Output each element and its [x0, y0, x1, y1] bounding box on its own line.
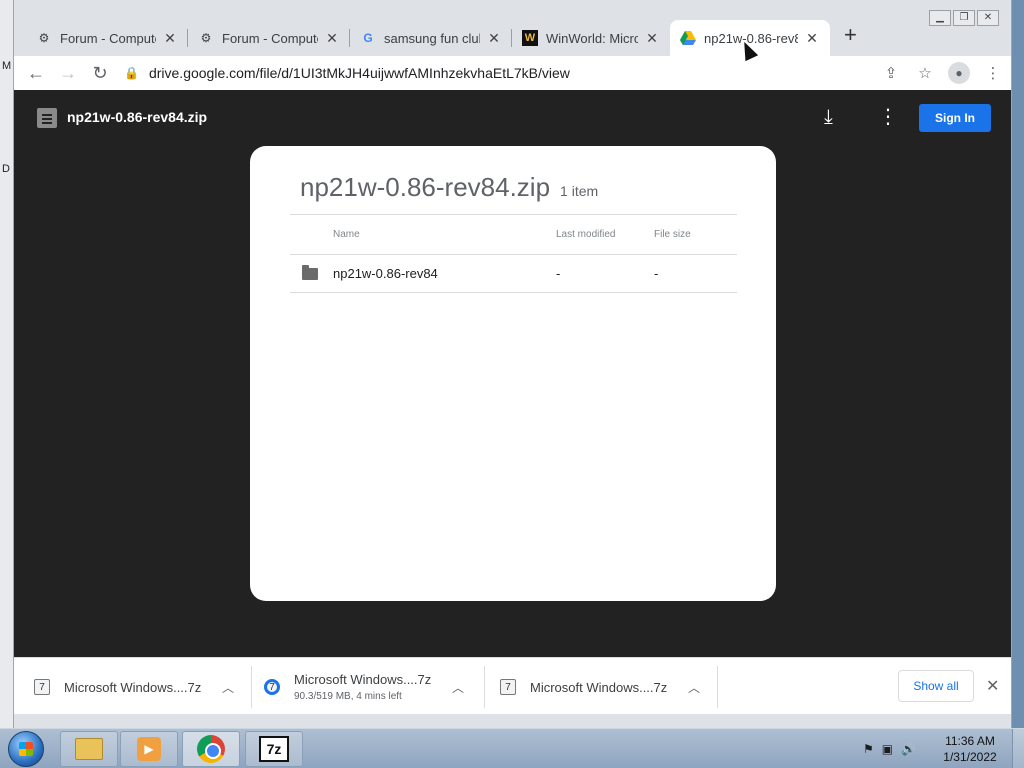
- chevron-up-icon[interactable]: ︿: [688, 679, 700, 696]
- forum-icon: ⚙: [200, 31, 212, 45]
- download-progress-text: 90.3/519 MB, 4 mins left: [294, 691, 402, 702]
- close-icon[interactable]: ✕: [486, 30, 502, 47]
- taskbar-explorer[interactable]: [60, 731, 118, 767]
- archive-file-icon: 7: [264, 679, 280, 695]
- download-icon[interactable]: ⤓: [824, 106, 833, 129]
- forward-icon[interactable]: →: [52, 63, 84, 84]
- volume-icon[interactable]: 🔊: [901, 742, 916, 756]
- close-icon[interactable]: ✕: [162, 30, 178, 47]
- tab-title: Forum - Compute…: [222, 30, 318, 46]
- clock-date: 1/31/2022: [943, 750, 997, 764]
- minimize-button[interactable]: ▁: [929, 10, 951, 26]
- taskbar-chrome[interactable]: [182, 731, 240, 767]
- row-name[interactable]: np21w-0.86-rev84: [333, 266, 556, 281]
- table-header: Name Last modified File size: [290, 214, 737, 254]
- action-center-flag-icon[interactable]: ⚑: [863, 742, 874, 756]
- folder-icon: [75, 738, 103, 760]
- show-all-button[interactable]: Show all: [898, 670, 974, 702]
- download-name: Microsoft Windows....7z: [530, 679, 668, 695]
- start-button[interactable]: [8, 731, 44, 767]
- profile-avatar-icon[interactable]: ●: [948, 62, 970, 84]
- download-item-in-progress[interactable]: 7 Microsoft Windows....7z 90.3/519 MB, 4…: [264, 666, 464, 708]
- new-tab-button[interactable]: +: [844, 24, 857, 46]
- menu-kebab-icon[interactable]: ⋮: [982, 64, 1004, 82]
- more-options-icon[interactable]: ⋮: [878, 104, 898, 129]
- table-row[interactable]: np21w-0.86-rev84 - -: [290, 254, 737, 293]
- archive-contents-card: np21w-0.86-rev84.zip 1 item Name Last mo…: [250, 146, 776, 601]
- bookmark-star-icon[interactable]: ☆: [914, 64, 936, 82]
- taskbar-7zip[interactable]: 7z: [245, 731, 303, 767]
- archive-file-icon: 7: [34, 679, 50, 695]
- tab-forum-2[interactable]: ⚙ Forum - Compute… ✕: [188, 20, 350, 56]
- archive-name: np21w-0.86-rev84.zip: [300, 172, 551, 202]
- archive-table: Name Last modified File size np21w-0.86-…: [290, 214, 737, 293]
- archive-file-icon: 7: [500, 679, 516, 695]
- address-bar[interactable]: 🔒 drive.google.com/file/d/1UI3tMkJH4uijw…: [124, 56, 1004, 90]
- close-icon[interactable]: ✕: [644, 30, 660, 47]
- download-name: Microsoft Windows....7z: [294, 672, 432, 687]
- google-icon: G: [363, 31, 373, 45]
- desktop-edge-letter: D: [2, 163, 10, 175]
- column-header-name: Name: [333, 229, 360, 240]
- omnibox-actions: ⇪ ☆ ● ⋮: [880, 56, 1004, 90]
- close-icon[interactable]: ✕: [324, 30, 340, 47]
- back-icon[interactable]: ←: [20, 63, 52, 84]
- chevron-up-icon[interactable]: ︿: [222, 679, 234, 696]
- tab-samsung-fun-club[interactable]: G samsung fun club ✕: [350, 20, 512, 56]
- window-controls: ▁ ❐ ✕: [929, 10, 999, 26]
- network-icon[interactable]: ▣: [882, 742, 893, 756]
- taskbar: ▶ 7z ⚑ ▣ 🔊 11:36 AM 1/31/2022: [0, 728, 1024, 768]
- browser-toolbar: ← → ↻ 🔒 drive.google.com/file/d/1UI3tMkJ…: [14, 56, 1011, 90]
- row-modified: -: [556, 266, 561, 281]
- divider: [484, 666, 485, 708]
- tab-title: samsung fun club: [384, 30, 480, 46]
- media-player-icon: ▶: [137, 737, 161, 761]
- maximize-button[interactable]: ❐: [953, 10, 975, 26]
- tab-winworld[interactable]: W WinWorld: Micros… ✕: [512, 20, 670, 56]
- column-header-size: File size: [654, 229, 691, 240]
- item-count: 1 item: [560, 183, 599, 199]
- download-item[interactable]: 7 Microsoft Windows....7z ︿: [500, 666, 700, 708]
- system-tray: ⚑ ▣ 🔊 11:36 AM 1/31/2022: [863, 729, 1024, 768]
- divider: [251, 666, 252, 708]
- chevron-up-icon[interactable]: ︿: [452, 679, 464, 696]
- taskbar-media-player[interactable]: ▶: [120, 731, 178, 767]
- clock-time: 11:36 AM: [945, 734, 995, 748]
- row-size: -: [654, 266, 659, 281]
- close-window-button[interactable]: ✕: [977, 10, 999, 26]
- file-name: np21w-0.86-rev84.zip: [67, 109, 208, 125]
- chrome-icon: [197, 735, 225, 763]
- show-desktop-button[interactable]: [1012, 729, 1024, 768]
- desktop-edge: M D: [0, 0, 14, 728]
- document-icon: [37, 108, 57, 128]
- download-item[interactable]: 7 Microsoft Windows....7z ︿: [34, 666, 234, 708]
- winworld-icon: W: [522, 30, 538, 46]
- drive-viewer: np21w-0.86-rev84.zip ⤓ ⋮ Sign In np21w-0…: [14, 90, 1011, 657]
- share-icon[interactable]: ⇪: [880, 64, 902, 82]
- url-text[interactable]: drive.google.com/file/d/1UI3tMkJH4uijwwf…: [149, 65, 570, 81]
- clock[interactable]: 11:36 AM 1/31/2022: [928, 733, 1012, 765]
- tab-strip: ⚙ Forum - Computer… ✕ ⚙ Forum - Compute……: [14, 0, 1011, 56]
- close-icon[interactable]: ✕: [986, 676, 999, 696]
- download-name: Microsoft Windows....7z: [64, 679, 202, 695]
- tab-title: WinWorld: Micros…: [546, 30, 638, 46]
- divider: [717, 666, 718, 708]
- tab-title: Forum - Computer…: [60, 30, 156, 46]
- browser-window: ⚙ Forum - Computer… ✕ ⚙ Forum - Compute……: [13, 0, 1012, 728]
- viewer-header: np21w-0.86-rev84.zip ⤓ ⋮ Sign In: [14, 90, 1011, 146]
- download-shelf: 7 Microsoft Windows....7z ︿ 7 Microsoft …: [14, 657, 1011, 714]
- 7zip-icon: 7z: [259, 736, 289, 762]
- tab-forum-1[interactable]: ⚙ Forum - Computer… ✕: [26, 20, 188, 56]
- reload-icon[interactable]: ↻: [84, 63, 116, 84]
- drive-icon: [680, 30, 696, 46]
- folder-icon: [302, 264, 318, 280]
- desktop-edge-letter: M: [2, 60, 12, 72]
- close-icon[interactable]: ✕: [804, 30, 820, 47]
- sign-in-button[interactable]: Sign In: [919, 104, 991, 132]
- lock-icon[interactable]: 🔒: [124, 66, 139, 80]
- forum-icon: ⚙: [38, 31, 50, 45]
- column-header-modified: Last modified: [556, 229, 616, 240]
- archive-title: np21w-0.86-rev84.zip 1 item: [300, 172, 598, 203]
